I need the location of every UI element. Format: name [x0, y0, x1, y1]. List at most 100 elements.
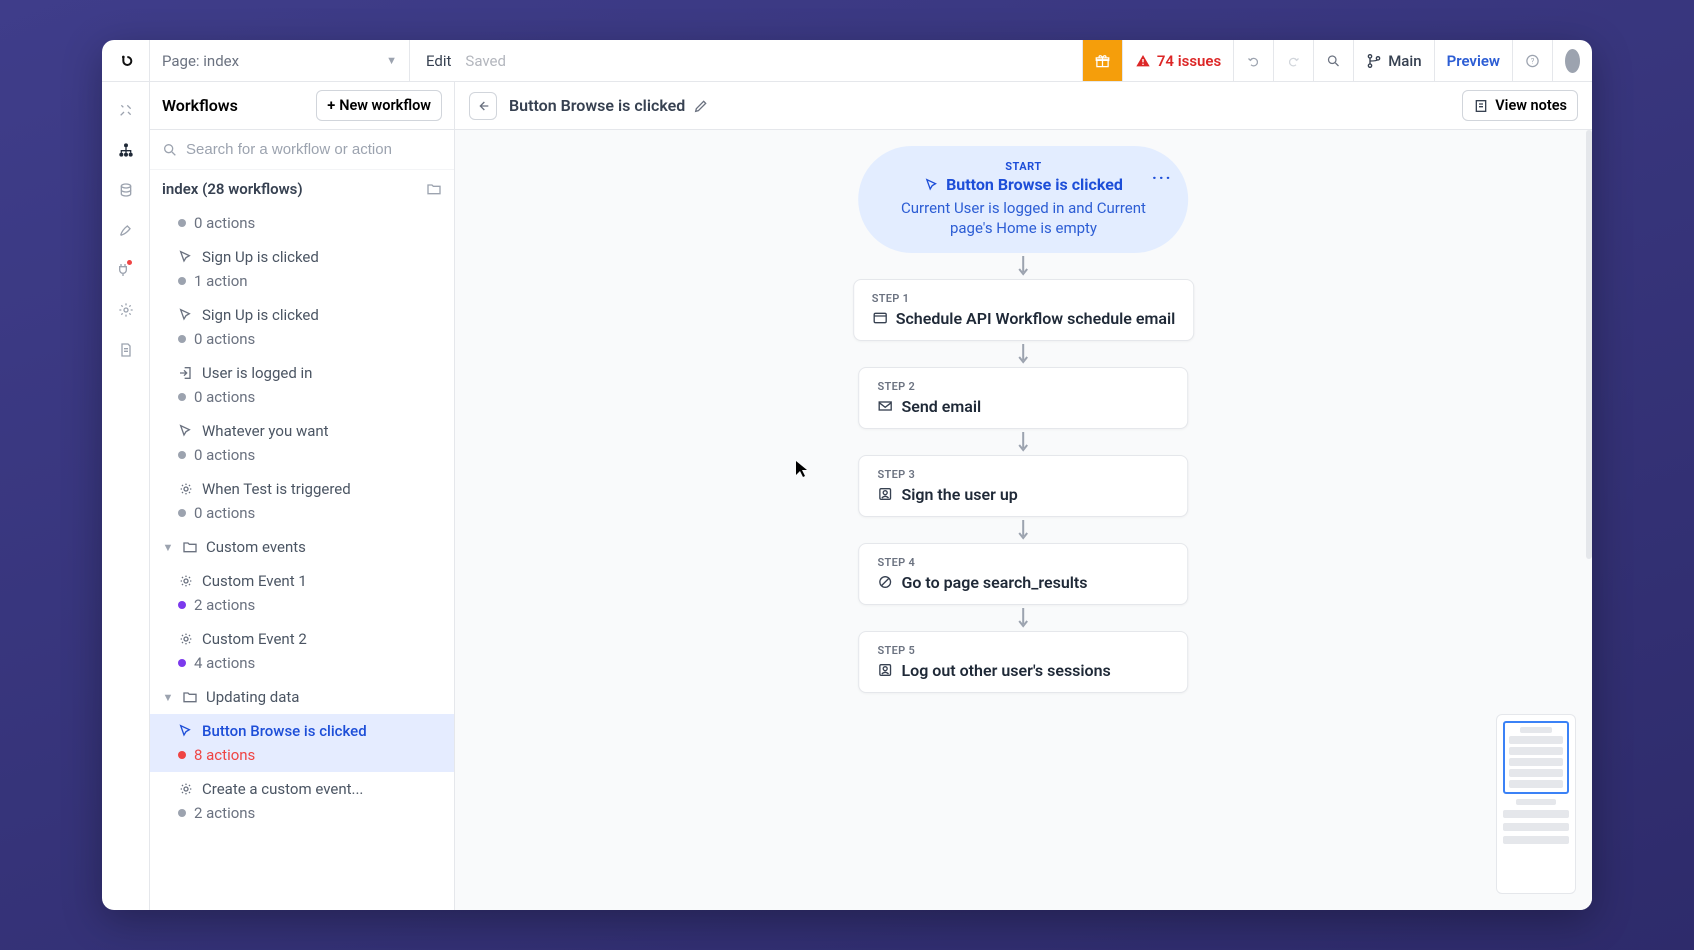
rail-workflow-tab[interactable]: [102, 130, 149, 170]
step-tag: STEP 2: [877, 380, 1169, 393]
actions-count: 0 actions: [194, 504, 255, 522]
edit-icon[interactable]: [693, 98, 709, 114]
actions-count: 4 actions: [194, 654, 255, 672]
saved-status: Saved: [465, 52, 506, 70]
arrow-down-icon: [1016, 518, 1030, 542]
account-button[interactable]: [1552, 40, 1592, 81]
flow-arrow: [1016, 341, 1030, 367]
scrollbar[interactable]: [1586, 130, 1592, 559]
actions-count: 1 action: [194, 272, 248, 290]
warning-icon: [1135, 53, 1151, 69]
rail-styles-tab[interactable]: [102, 210, 149, 250]
actions-count: 0 actions: [194, 446, 255, 464]
start-more-button[interactable]: ···: [1152, 168, 1172, 187]
search-input[interactable]: [186, 141, 442, 158]
flow-area[interactable]: START Button Browse is clicked Current U…: [455, 130, 1592, 910]
step-node[interactable]: STEP 4Go to page search_results: [858, 543, 1188, 605]
arrow-down-icon: [1016, 430, 1030, 454]
actions-count: 2 actions: [194, 804, 255, 822]
step-node[interactable]: STEP 3Sign the user up: [858, 455, 1188, 517]
rail-design-tab[interactable]: [102, 90, 149, 130]
workflow-panel-header: Workflows + New workflow: [150, 82, 454, 130]
flow-arrow: [1016, 605, 1030, 631]
branch-selector[interactable]: Main: [1353, 40, 1433, 81]
actions-count: 0 actions: [194, 214, 255, 232]
issues-button[interactable]: 74 issues: [1122, 40, 1233, 81]
status-dot: [178, 751, 186, 759]
issues-count: 74 issues: [1157, 52, 1221, 70]
workflow-item-label: Create a custom event...: [202, 780, 363, 798]
minimap[interactable]: [1496, 714, 1576, 894]
step-node[interactable]: STEP 2Send email: [858, 367, 1188, 429]
logo[interactable]: [102, 40, 150, 81]
workflow-item-label: Sign Up is clicked: [202, 248, 319, 266]
minimap-viewport[interactable]: [1503, 721, 1569, 794]
start-title-text: Button Browse is clicked: [946, 175, 1123, 194]
actions-count: 0 actions: [194, 388, 255, 406]
folder-updating-data[interactable]: ▼ Updating data: [150, 680, 454, 714]
rail-data-tab[interactable]: [102, 170, 149, 210]
step-node[interactable]: STEP 5 Log out other user's sessions: [858, 631, 1188, 693]
step-title-text: Go to page search_results: [901, 573, 1087, 592]
rail-logs-tab[interactable]: [102, 330, 149, 370]
workflow-search[interactable]: [150, 130, 454, 170]
flow-arrow: [1016, 429, 1030, 455]
workflow-item[interactable]: Whatever you want 0 actions: [150, 414, 454, 472]
help-icon: ?: [1525, 53, 1540, 69]
top-bar: Page: index ▼ Edit Saved 74 issues: [102, 40, 1592, 82]
gear-icon: [178, 631, 194, 647]
edit-link[interactable]: Edit: [426, 52, 451, 70]
workflow-item-label: Button Browse is clicked: [202, 722, 367, 740]
redo-button[interactable]: [1273, 40, 1313, 81]
workflow-item[interactable]: User is logged in 0 actions: [150, 356, 454, 414]
step-node[interactable]: STEP 1Schedule API Workflow schedule ema…: [853, 279, 1195, 341]
help-button[interactable]: ?: [1512, 40, 1552, 81]
view-notes-button[interactable]: View notes: [1462, 90, 1578, 121]
preview-label: Preview: [1447, 52, 1500, 70]
rail-settings-tab[interactable]: [102, 290, 149, 330]
step-title-text: Schedule API Workflow schedule email: [896, 309, 1176, 328]
workflow-item[interactable]: Custom Event 24 actions: [150, 622, 454, 680]
back-button[interactable]: [469, 92, 497, 120]
workflow-item-selected[interactable]: Button Browse is clicked 8 actions: [150, 714, 454, 772]
new-workflow-button[interactable]: + New workflow: [316, 90, 442, 121]
preview-button[interactable]: Preview: [1434, 40, 1512, 81]
workflow-item[interactable]: Sign Up is clicked0 actions: [150, 298, 454, 356]
document-icon: [118, 342, 134, 358]
workflow-item-label: Custom Event 1: [202, 572, 307, 590]
canvas-header: Button Browse is clicked View notes: [455, 82, 1592, 130]
step-title-text: Log out other user's sessions: [901, 661, 1110, 680]
workflow-item-label: Whatever you want: [202, 422, 329, 440]
undo-button[interactable]: [1233, 40, 1273, 81]
workflow-item[interactable]: When Test is triggered 0 actions: [150, 472, 454, 530]
workflow-item[interactable]: 0 actions: [150, 208, 454, 240]
folder-icon: [182, 539, 198, 555]
search-button[interactable]: [1313, 40, 1353, 81]
folder-custom-events[interactable]: ▼ Custom events: [150, 530, 454, 564]
folder-add-icon[interactable]: [426, 181, 442, 197]
cursor-click-icon: [178, 423, 194, 439]
workflow-item-label: User is logged in: [202, 364, 312, 382]
page-selector[interactable]: Page: index ▼: [150, 40, 410, 81]
workflow-list[interactable]: index (28 workflows) 0 actionsSign Up is…: [150, 170, 454, 910]
chevron-down-icon: ▼: [386, 54, 397, 67]
workflow-item-label: When Test is triggered: [202, 480, 351, 498]
mouse-cursor-icon: [795, 460, 809, 482]
folder-icon: [182, 689, 198, 705]
cursor-click-icon: [178, 723, 194, 739]
workflow-item[interactable]: Create a custom event... 2 actions: [150, 772, 454, 830]
chevron-down-icon: ▼: [162, 541, 174, 554]
view-notes-label: View notes: [1495, 97, 1567, 114]
workflow-item[interactable]: Sign Up is clicked 1 action: [150, 240, 454, 298]
branch-icon: [1366, 53, 1382, 69]
redo-icon: [1286, 53, 1301, 69]
start-node[interactable]: START Button Browse is clicked Current U…: [858, 146, 1188, 253]
workflow-item[interactable]: Custom Event 1 2 actions: [150, 564, 454, 622]
actions-count: 0 actions: [194, 330, 255, 348]
upgrade-gift-button[interactable]: [1082, 40, 1122, 81]
step-tag: STEP 5: [877, 644, 1169, 657]
status-dot: [178, 219, 186, 227]
actions-count: 2 actions: [194, 596, 255, 614]
workflow-group-header[interactable]: index (28 workflows): [150, 170, 454, 208]
rail-plugins-tab[interactable]: [102, 250, 149, 290]
